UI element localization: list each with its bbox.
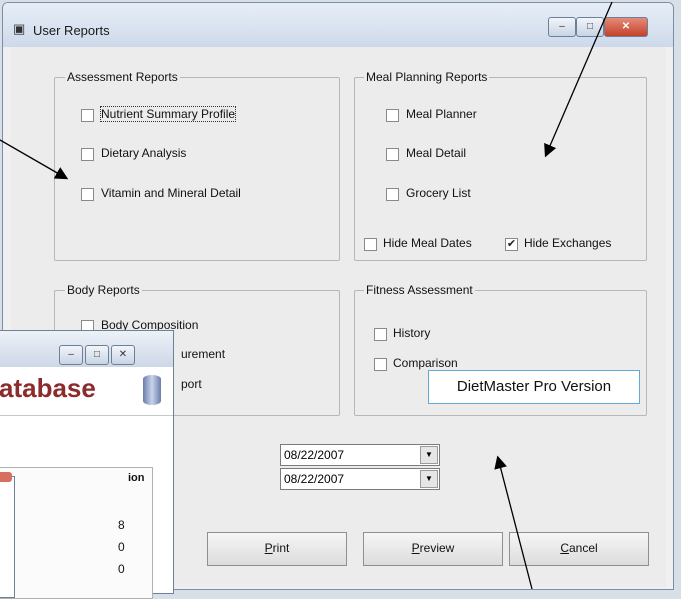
annotation-arrows: [0, 1, 613, 589]
arrow-to-date-pickers: [494, 455, 533, 589]
arrow-to-meal-planning: [544, 1, 613, 158]
arrow-to-assessment: [0, 139, 69, 180]
